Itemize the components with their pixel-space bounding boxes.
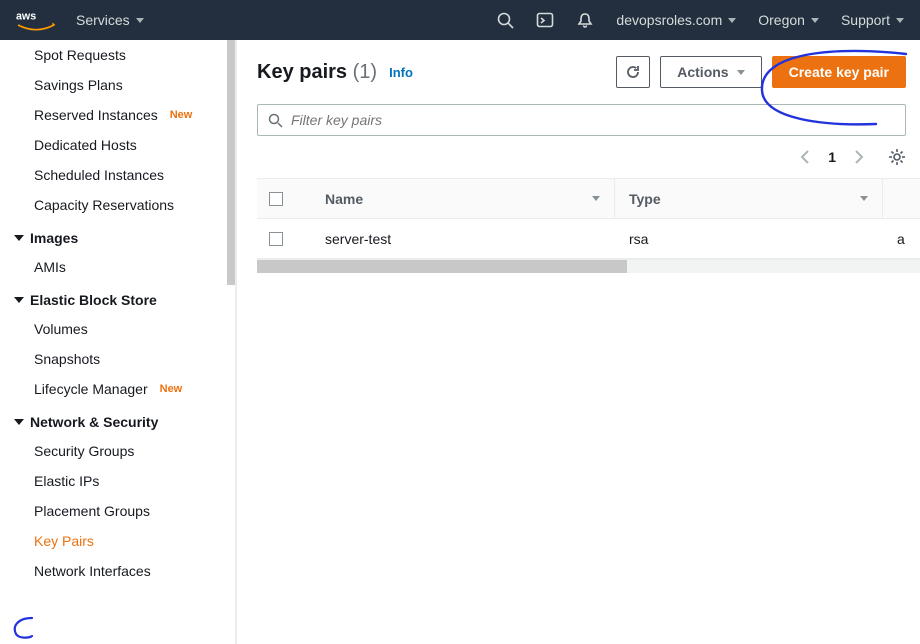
search-icon[interactable]	[497, 12, 514, 29]
row-checkbox[interactable]	[269, 232, 283, 246]
page-title: Key pairs (1)	[257, 61, 377, 84]
page-number: 1	[828, 149, 836, 165]
services-menu[interactable]: Services	[76, 12, 144, 28]
sort-icon	[592, 196, 600, 201]
sidebar-item[interactable]: Scheduled Instances	[0, 160, 235, 190]
nav-group-label: Images	[30, 230, 78, 246]
cell-type: rsa	[629, 231, 648, 247]
sidebar-item[interactable]: Snapshots	[0, 344, 235, 374]
sidebar-item[interactable]: Spot Requests	[0, 40, 235, 70]
table-row[interactable]: server-test rsa a	[257, 219, 920, 259]
sidebar-item-label: Scheduled Instances	[34, 167, 164, 183]
region-menu[interactable]: Oregon	[758, 12, 819, 28]
chevron-down-icon	[728, 18, 736, 23]
nav-group[interactable]: Network & Security	[0, 404, 235, 436]
column-type[interactable]: Type	[615, 179, 883, 218]
nav-group-label: Elastic Block Store	[30, 292, 157, 308]
sidebar-item-label: Spot Requests	[34, 47, 126, 63]
filter-input[interactable]	[291, 112, 895, 128]
nav-group[interactable]: Elastic Block Store	[0, 282, 235, 314]
top-nav: aws Services devopsroles.com Oregon Supp…	[0, 0, 920, 40]
support-menu[interactable]: Support	[841, 12, 904, 28]
next-page-button[interactable]	[854, 150, 864, 164]
chevron-down-icon	[811, 18, 819, 23]
sidebar-item[interactable]: Network Interfaces	[0, 556, 235, 586]
caret-down-icon	[14, 419, 24, 425]
sidebar-item-label: Network Interfaces	[34, 563, 151, 579]
sidebar-item[interactable]: Capacity Reservations	[0, 190, 235, 220]
support-label: Support	[841, 12, 890, 28]
scrollbar-thumb[interactable]	[227, 40, 235, 285]
sidebar-item-label: Placement Groups	[34, 503, 150, 519]
column-type-label: Type	[629, 191, 661, 207]
sidebar-item[interactable]: AMIs	[0, 252, 235, 282]
create-key-pair-button[interactable]: Create key pair	[772, 56, 906, 88]
filter-box[interactable]	[257, 104, 906, 136]
chevron-down-icon	[136, 18, 144, 23]
sidebar-item[interactable]: Placement Groups	[0, 496, 235, 526]
title-text: Key pairs	[257, 61, 347, 83]
svg-text:aws: aws	[16, 11, 36, 23]
sidebar-item-label: Security Groups	[34, 443, 134, 459]
sidebar-item[interactable]: Reserved Instances New	[0, 100, 235, 130]
column-name[interactable]: Name	[325, 179, 615, 218]
title-count: (1)	[353, 61, 377, 83]
nav-group[interactable]: Images	[0, 220, 235, 252]
aws-logo[interactable]: aws	[16, 9, 56, 33]
region-label: Oregon	[758, 12, 805, 28]
search-icon	[268, 113, 283, 128]
sidebar-item[interactable]: Dedicated Hosts	[0, 130, 235, 160]
select-all-checkbox[interactable]	[269, 192, 283, 206]
account-menu[interactable]: devopsroles.com	[616, 12, 736, 28]
main-panel: Key pairs (1) Info Actions Create key pa…	[236, 40, 920, 644]
info-link[interactable]: Info	[389, 65, 413, 80]
sort-icon	[860, 196, 868, 201]
sidebar-item[interactable]: Lifecycle Manager New	[0, 374, 235, 404]
sidebar: Spot Requests Savings Plans Reserved Insta…	[0, 40, 236, 644]
cloudshell-icon[interactable]	[536, 11, 554, 29]
nav-group-label: Network & Security	[30, 414, 158, 430]
sidebar-item[interactable]: Volumes	[0, 314, 235, 344]
account-label: devopsroles.com	[616, 12, 722, 28]
scrollbar-thumb[interactable]	[257, 260, 627, 273]
paginator: 1	[800, 149, 864, 165]
caret-down-icon	[14, 235, 24, 241]
sidebar-item-label: Savings Plans	[34, 77, 123, 93]
sidebar-item-label: Snapshots	[34, 351, 100, 367]
cell-extra: a	[897, 231, 905, 247]
services-label: Services	[76, 12, 130, 28]
refresh-button[interactable]	[616, 56, 650, 88]
sidebar-item-label: Dedicated Hosts	[34, 137, 137, 153]
sidebar-item-label: Volumes	[34, 321, 88, 337]
sidebar-item[interactable]: Savings Plans	[0, 70, 235, 100]
actions-label: Actions	[677, 64, 728, 80]
bell-icon[interactable]	[576, 11, 594, 29]
cell-name: server-test	[325, 231, 391, 247]
create-label: Create key pair	[789, 64, 889, 80]
sidebar-item-label: AMIs	[34, 259, 66, 275]
sidebar-item[interactable]: Security Groups	[0, 436, 235, 466]
key-pairs-table: Name Type server-test rsa a	[257, 178, 920, 273]
sidebar-item-label: Lifecycle Manager	[34, 381, 148, 397]
new-badge: New	[160, 383, 183, 395]
sidebar-item-label: Reserved Instances	[34, 107, 158, 123]
table-header: Name Type	[257, 179, 920, 219]
new-badge: New	[170, 109, 193, 121]
sidebar-item[interactable]: Key Pairs	[0, 526, 235, 556]
horizontal-scrollbar[interactable]	[257, 259, 920, 273]
chevron-down-icon	[896, 18, 904, 23]
column-name-label: Name	[325, 191, 363, 207]
caret-down-icon	[14, 297, 24, 303]
sidebar-item[interactable]: Elastic IPs	[0, 466, 235, 496]
settings-icon[interactable]	[888, 148, 906, 166]
sidebar-item-label: Capacity Reservations	[34, 197, 174, 213]
actions-button[interactable]: Actions	[660, 56, 761, 88]
sidebar-item-label: Elastic IPs	[34, 473, 99, 489]
sidebar-item-label: Key Pairs	[34, 533, 94, 549]
prev-page-button[interactable]	[800, 150, 810, 164]
chevron-down-icon	[737, 70, 745, 75]
